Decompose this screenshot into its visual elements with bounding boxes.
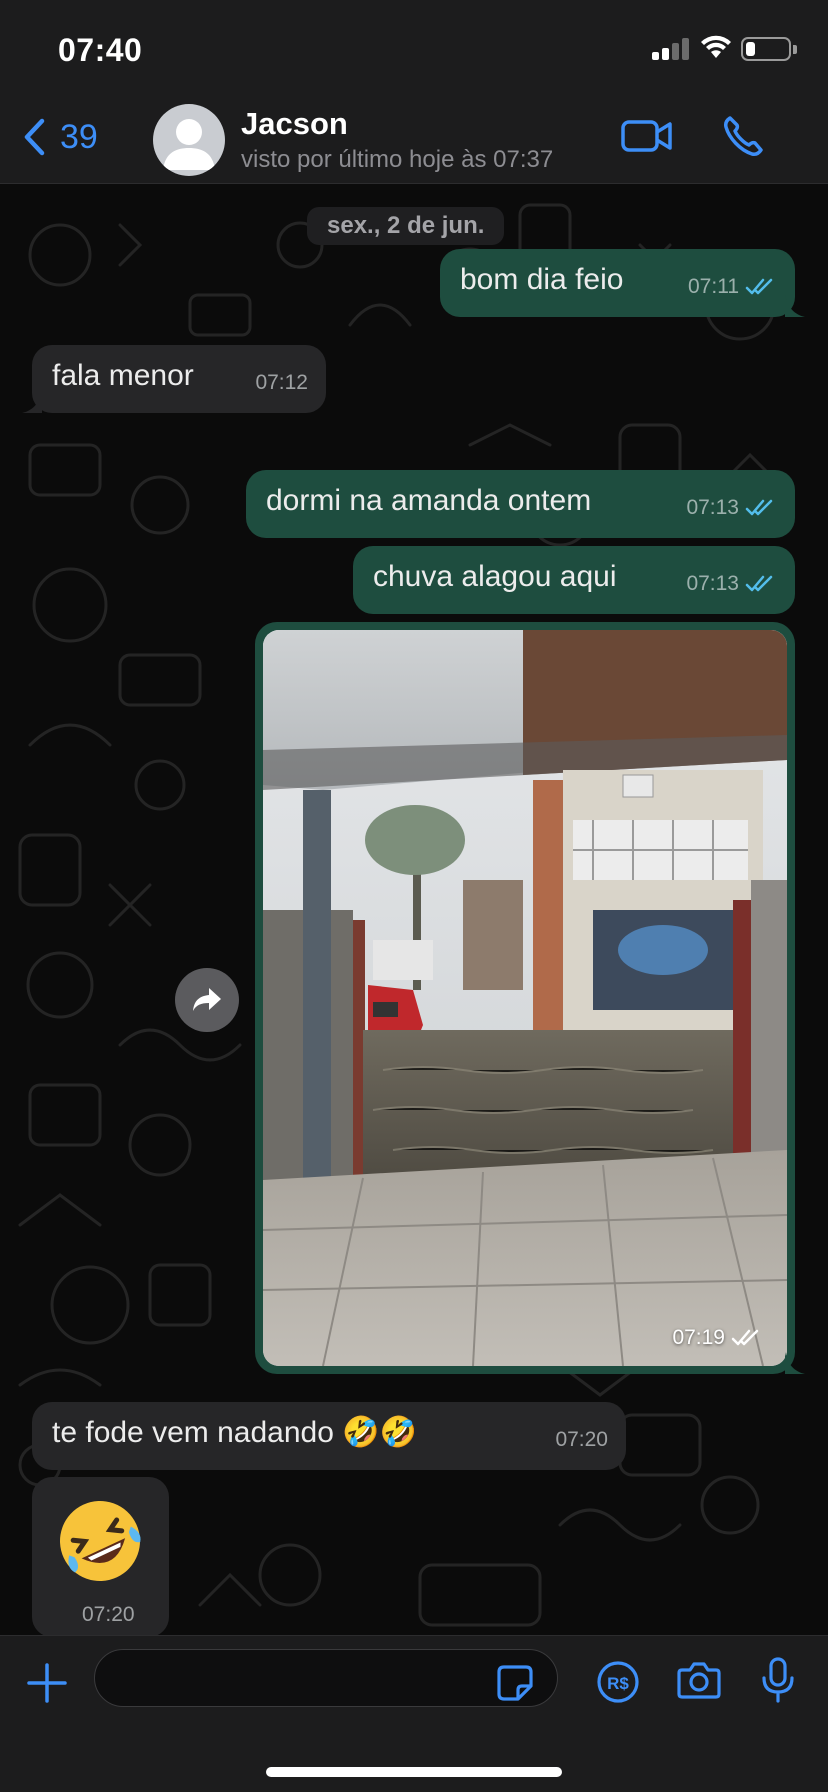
forward-arrow-icon [193, 988, 221, 1011]
message-text: bom dia feio [460, 263, 624, 296]
wifi-icon [701, 35, 731, 58]
photo-illustration [263, 630, 787, 1366]
home-indicator [266, 1767, 562, 1777]
contact-name[interactable]: Jacson [241, 106, 348, 142]
double-check-read-icon [745, 499, 773, 516]
double-check-read-icon [745, 575, 773, 592]
video-call-icon[interactable] [621, 116, 673, 156]
message-time: 07:20 [555, 1428, 608, 1451]
date-separator: sex., 2 de jun. [307, 207, 505, 245]
forward-button[interactable] [175, 968, 239, 1032]
battery-cap [793, 45, 797, 54]
message-text: te fode vem nadando 🤣🤣 [52, 1416, 417, 1449]
message-time: 07:12 [255, 371, 308, 394]
unread-count: 39 [60, 117, 98, 156]
message-time: 07:13 [686, 496, 739, 519]
person-icon [163, 119, 215, 170]
back-button[interactable]: 39 [22, 112, 98, 162]
phone-call-icon[interactable] [722, 114, 766, 158]
status-time: 07:40 [58, 32, 143, 68]
message-bubble-outgoing[interactable]: chuva alagou aqui 07:13 [353, 546, 795, 614]
message-time: 07:20 [82, 1603, 135, 1626]
camera-icon[interactable] [676, 1660, 722, 1700]
message-time: 07:11 [688, 275, 739, 298]
plus-icon[interactable] [26, 1662, 68, 1704]
message-input[interactable] [95, 1650, 495, 1706]
message-time: 07:13 [686, 572, 739, 595]
chat-header: 39 Jacson visto por último hoje às 07:37 [0, 92, 828, 184]
message-input-bar: R$ [0, 1635, 828, 1792]
message-text: fala menor [52, 359, 194, 392]
flooded-street-photo[interactable]: 07:19 [263, 630, 787, 1366]
message-text-field[interactable] [94, 1649, 558, 1707]
svg-text:R$: R$ [607, 1674, 629, 1693]
bubble-tail [22, 391, 42, 413]
payment-real-icon[interactable]: R$ [596, 1660, 640, 1704]
cellular-signal-icon [652, 38, 690, 60]
double-check-read-icon [731, 1329, 759, 1346]
message-bubble-incoming[interactable]: te fode vem nadando 🤣🤣 07:20 [32, 1402, 626, 1470]
battery-level [746, 42, 755, 56]
chat-area[interactable]: sex., 2 de jun. bom dia feio 07:11 fala … [0, 185, 828, 1635]
message-bubble-outgoing[interactable]: bom dia feio 07:11 [440, 249, 805, 317]
message-bubble-incoming[interactable]: fala menor 07:12 [22, 345, 326, 413]
sticker-icon[interactable] [496, 1664, 534, 1702]
rolling-laughing-emoji-icon [60, 1501, 141, 1581]
double-check-read-icon [745, 278, 773, 295]
battery-icon [741, 37, 791, 61]
status-bar: 07:40 [0, 0, 828, 92]
bubble-tail [785, 1352, 805, 1374]
message-text: chuva alagou aqui [373, 560, 617, 593]
message-bubble-outgoing[interactable]: dormi na amanda ontem 07:13 [246, 470, 795, 538]
last-seen-status: visto por último hoje às 07:37 [241, 146, 554, 173]
photo-message-bubble[interactable]: 07:19 [255, 622, 805, 1374]
contact-avatar[interactable] [153, 104, 225, 176]
message-time: 07:19 [672, 1326, 725, 1349]
message-text: dormi na amanda ontem [266, 484, 592, 517]
sticker-message-bubble[interactable]: 07:20 [32, 1477, 169, 1635]
bubble-tail [785, 295, 805, 317]
chevron-left-icon [24, 118, 45, 156]
microphone-icon[interactable] [760, 1656, 796, 1704]
